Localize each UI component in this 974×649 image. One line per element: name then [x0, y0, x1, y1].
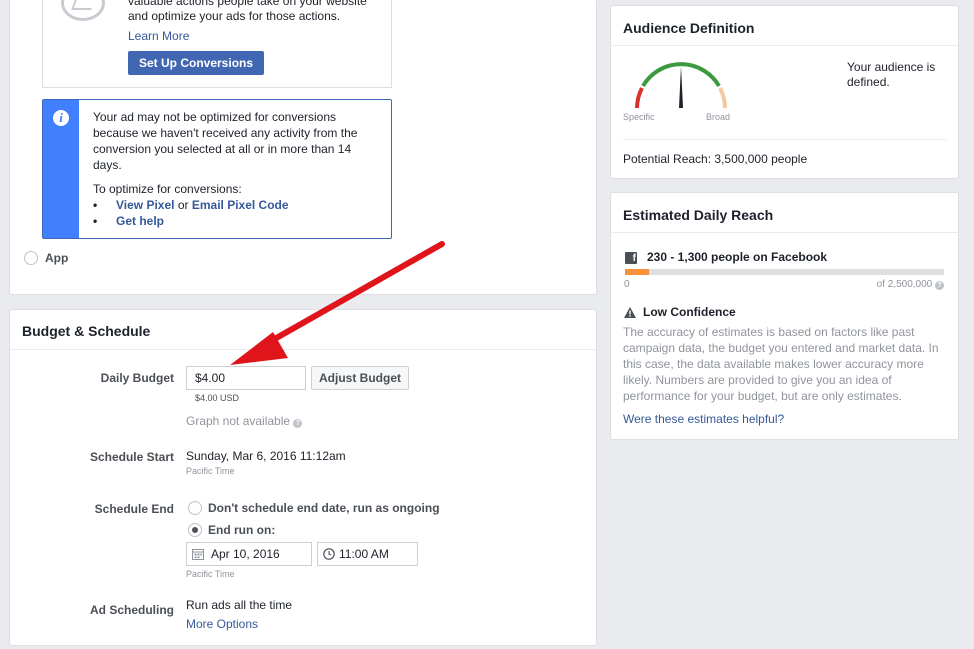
ad-scheduling-label: Ad Scheduling [90, 603, 174, 617]
more-options-link[interactable]: More Options [186, 617, 258, 631]
budget-schedule-title: Budget & Schedule [22, 323, 151, 339]
daily-budget-input[interactable] [186, 366, 306, 390]
schedule-end-label: Schedule End [94, 502, 174, 516]
gauge-broad-label: Broad [706, 112, 731, 122]
divider [623, 139, 947, 140]
end-time-input[interactable]: 11:00 AM [317, 542, 418, 566]
reach-bar-min: 0 [624, 279, 630, 290]
info-icon: i [53, 110, 69, 126]
graph-not-available-text: Graph not available [186, 414, 291, 428]
divider [611, 232, 958, 233]
estimated-daily-reach-panel: Estimated Daily Reach f 230 - 1,300 peop… [610, 192, 959, 440]
get-help-link[interactable]: Get help [116, 214, 164, 228]
conversion-setup-box: valuable actions people take on your web… [42, 0, 392, 88]
low-confidence-title: Low Confidence [643, 305, 736, 319]
warning-icon [624, 307, 636, 318]
reach-bar-max: of 2,500,000 ? [877, 279, 944, 290]
end-date-label: End run on: [208, 523, 276, 537]
confidence-description: The accuracy of estimates is based on fa… [623, 325, 939, 403]
reach-bar-max-text: of 2,500,000 [876, 279, 933, 290]
conversion-description: valuable actions people take on your web… [128, 0, 367, 23]
clock-icon [323, 548, 335, 560]
audience-definition-title: Audience Definition [623, 20, 755, 36]
graph-note-row: Graph not available ? [186, 414, 303, 428]
end-timezone: Pacific Time [186, 569, 235, 579]
list-item: Get help [93, 213, 289, 229]
daily-budget-usd: $4.00 USD [195, 393, 240, 403]
divider [10, 349, 596, 350]
adjust-budget-button[interactable]: Adjust Budget [311, 366, 409, 390]
reach-progress-bar [625, 269, 944, 275]
end-date-input[interactable]: Apr 10, 2016 [186, 542, 312, 566]
email-pixel-code-link[interactable]: Email Pixel Code [192, 198, 289, 212]
ad-scheduling-value: Run ads all the time [186, 598, 293, 612]
set-up-conversions-button[interactable]: Set Up Conversions [128, 51, 265, 75]
divider [611, 45, 958, 46]
audience-definition-panel: Audience Definition Specific Broad Your … [610, 5, 959, 179]
schedule-start-label: Schedule Start [89, 450, 174, 464]
estimated-daily-reach-title: Estimated Daily Reach [623, 207, 774, 223]
warning-actions-list: View Pixel or Email Pixel Code Get help [93, 197, 289, 229]
daily-budget-label: Daily Budget [100, 371, 174, 385]
end-ongoing-label: Don't schedule end date, run as ongoing [208, 501, 440, 515]
estimates-helpful-link[interactable]: Were these estimates helpful? [623, 412, 784, 426]
end-date-value: Apr 10, 2016 [211, 547, 280, 561]
end-time-value: 11:00 AM [339, 547, 389, 561]
conversion-panel: valuable actions people take on your web… [9, 0, 597, 295]
end-date-radio[interactable] [188, 523, 202, 537]
list-item: View Pixel or Email Pixel Code [93, 197, 289, 213]
potential-reach-text: Potential Reach: 3,500,000 people [623, 152, 808, 166]
warning-sidebar: i [43, 100, 79, 238]
warning-text: Your ad may not be optimized for convers… [93, 110, 358, 172]
daily-reach-range: 230 - 1,300 people on Facebook [647, 250, 828, 264]
conversion-chart-icon [61, 0, 105, 21]
help-icon[interactable]: ? [293, 419, 303, 428]
schedule-start-value: Sunday, Mar 6, 2016 11:12am [186, 449, 346, 463]
calendar-icon [192, 549, 204, 560]
warning-optimize-intro: To optimize for conversions: [93, 182, 242, 196]
audience-status-text: Your audience is defined. [847, 60, 936, 89]
learn-more-link[interactable]: Learn More [128, 29, 189, 43]
view-pixel-link[interactable]: View Pixel [116, 198, 174, 212]
end-ongoing-radio[interactable] [188, 501, 202, 515]
audience-gauge-icon [635, 62, 727, 109]
budget-schedule-panel: Budget & Schedule Daily Budget Adjust Bu… [9, 309, 597, 646]
start-timezone: Pacific Time [186, 466, 235, 476]
reach-progress-fill [625, 269, 649, 275]
facebook-icon: f [625, 252, 637, 264]
conversion-warning-box: i Your ad may not be optimized for conve… [42, 99, 392, 239]
or-text: or [177, 198, 189, 212]
help-icon[interactable]: ? [935, 281, 944, 290]
app-radio[interactable] [24, 251, 38, 265]
app-radio-label: App [45, 251, 69, 265]
gauge-specific-label: Specific [623, 112, 655, 122]
